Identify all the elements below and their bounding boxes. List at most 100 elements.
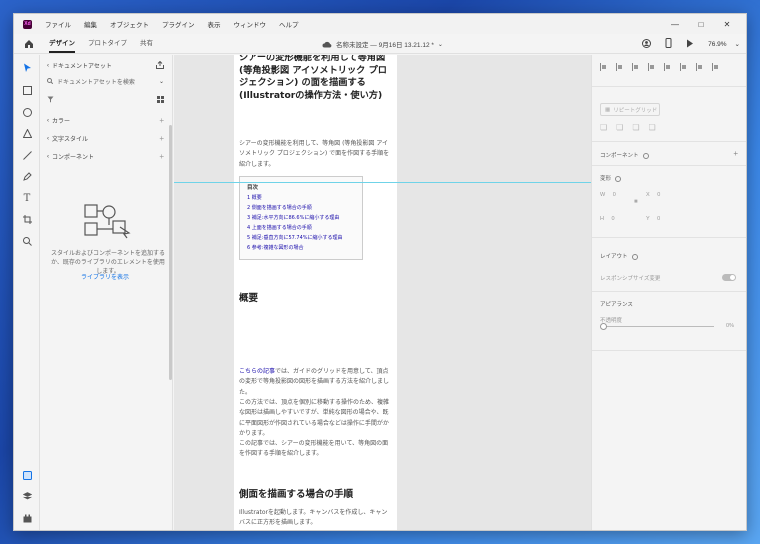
search-icon [47,77,54,86]
grid-view-icon[interactable] [157,96,164,105]
add-color-icon[interactable]: + [159,116,164,125]
toc-item[interactable]: 5 補足:垂直方向に57.74%に縮小する理由 [247,234,343,241]
chevron-left-icon[interactable]: ‹ [47,63,49,69]
menu-window[interactable]: ウィンドウ [234,19,267,29]
user-icon[interactable] [642,38,652,50]
repeat-grid-label: リピートグリッド [613,107,658,114]
add-component-icon[interactable]: + [159,152,164,161]
add-character-style-icon[interactable]: + [159,134,164,143]
maximize-button[interactable]: □ [688,20,714,29]
exclude-icon[interactable]: ❏ [649,123,656,132]
asset-search-field[interactable]: ドキュメントアセットを検索 ⌄ [47,77,164,86]
toc-title: 目次 [247,185,259,191]
height-field[interactable]: H 0 [600,216,615,222]
divider [592,237,746,238]
minimize-button[interactable]: — [662,20,688,29]
appearance-label: アピアランス [600,302,633,308]
x-value[interactable]: 0 [657,192,660,198]
menu-object[interactable]: オブジェクト [110,19,149,29]
tab-prototype[interactable]: プロトタイプ [88,34,127,54]
polygon-tool-icon[interactable] [20,126,34,140]
info-icon[interactable] [631,253,638,260]
plugins-icon[interactable] [20,511,34,525]
tab-share[interactable]: 共有 [140,34,153,54]
repeat-grid-icon: ▦ [605,106,611,113]
h-value[interactable]: 0 [612,216,615,222]
artboard-heading: シアーの変形機能を利用して等角図 (等角投影図 アイソメトリック プロジェクショ… [239,55,387,101]
pen-tool-icon[interactable] [20,169,34,183]
tab-design[interactable]: デザイン [49,34,75,54]
assets-panel-icon[interactable] [20,468,34,482]
align-left-icon[interactable] [600,63,607,71]
repeat-grid-button[interactable]: ▦ リピートグリッド [600,103,660,116]
artboard[interactable]: シアーの変形機能を利用して等角図 (等角投影図 アイソメトリック プロジェクショ… [234,55,397,530]
subtract-icon[interactable]: ❏ [616,123,623,132]
section-components[interactable]: ‹ コンポーネント + [47,152,164,161]
layers-icon[interactable] [20,489,34,503]
lock-aspect-icon[interactable]: ■ [634,199,638,205]
search-dropdown-icon[interactable]: ⌄ [159,78,164,85]
align-right-icon[interactable] [632,63,639,71]
rectangle-tool-icon[interactable] [20,83,34,97]
home-icon[interactable] [22,37,36,51]
text-tool-icon[interactable]: T [20,191,34,205]
section-colors[interactable]: ‹ カラー + [47,116,164,125]
artboard-intro: シアーの変形機能を利用して、等角図 (等角投影図 アイソメトリック プロジェクシ… [239,140,390,168]
device-preview-icon[interactable] [665,38,672,50]
menu-plugins[interactable]: プラグイン [162,19,195,29]
view-libraries-link[interactable]: ライブラリを表示 [41,272,169,281]
property-inspector: ▦ リピートグリッド ❏ ❏ ❏ ❏ コンポーネント + 変形 W 0 X 0 … [591,55,746,530]
component-label: コンポーネント [600,151,649,159]
canvas[interactable]: シアーの変形機能を利用して等角図 (等角投影図 アイソメトリック プロジェクショ… [174,55,591,530]
y-field[interactable]: Y 0 [646,216,660,222]
ellipse-tool-icon[interactable] [20,105,34,119]
xd-logo: Xd [23,19,32,29]
toc-item[interactable]: 1 概要 [247,194,262,201]
document-title[interactable]: 名称未設定 — 9月16日 13.21.12 * ⌄ [322,34,443,54]
opacity-slider-track[interactable] [604,326,714,327]
menu-file[interactable]: ファイル [45,19,71,29]
toc-item[interactable]: 6 参考:複雑な図形の場合 [247,244,303,251]
section-character-styles[interactable]: ‹ 文字スタイル + [47,134,164,143]
distribute-vertical-icon[interactable] [712,63,719,71]
filter-icon[interactable] [47,96,54,105]
artboard-tool-icon[interactable] [20,212,34,226]
opacity-slider-handle[interactable] [600,323,607,330]
zoom-level[interactable]: 76.9% [708,41,726,48]
x-field[interactable]: X 0 [646,192,660,198]
menu-help[interactable]: ヘルプ [279,19,299,29]
align-middle-icon[interactable] [664,63,671,71]
menu-view[interactable]: 表示 [208,19,221,29]
intersect-icon[interactable]: ❏ [632,123,639,132]
align-top-icon[interactable] [648,63,655,71]
menu-edit[interactable]: 編集 [84,19,97,29]
info-icon[interactable] [615,175,622,182]
width-field[interactable]: W 0 [600,192,616,198]
opacity-value[interactable]: 0% [726,323,734,329]
info-icon[interactable] [642,152,649,159]
line-tool-icon[interactable] [20,148,34,162]
article-link[interactable]: こちらの記事 [239,368,275,375]
h-label: H [600,216,604,222]
play-icon[interactable] [686,39,694,50]
align-center-icon[interactable] [616,63,623,71]
zoom-tool-icon[interactable] [20,234,34,248]
toc-item[interactable]: 4 上面を描画する場合の手順 [247,224,312,231]
overview-paragraph-3: この記事では、シアーの変形機能を用いて、等角図の面を作図する手順を紹介します。 [239,440,389,458]
export-icon[interactable] [156,60,164,71]
guide-line[interactable] [174,182,591,183]
close-button[interactable]: ✕ [714,20,740,29]
toc-item[interactable]: 3 補足:水平方向に86.6%に縮小する理由 [247,214,339,221]
align-bottom-icon[interactable] [680,63,687,71]
y-value[interactable]: 0 [657,216,660,222]
w-value[interactable]: 0 [613,192,616,198]
add-component-icon[interactable]: + [733,149,738,158]
responsive-resize-toggle[interactable] [722,274,736,281]
zoom-chevron-icon[interactable]: ⌄ [735,40,740,48]
toc-item[interactable]: 2 側面を描画する場合の手順 [247,204,312,211]
assets-scrollbar[interactable] [169,125,172,380]
select-tool-icon[interactable] [20,61,34,75]
distribute-icon[interactable] [696,63,703,71]
assets-header: ‹ ドキュメントアセット [47,60,164,71]
union-icon[interactable]: ❏ [600,123,607,132]
